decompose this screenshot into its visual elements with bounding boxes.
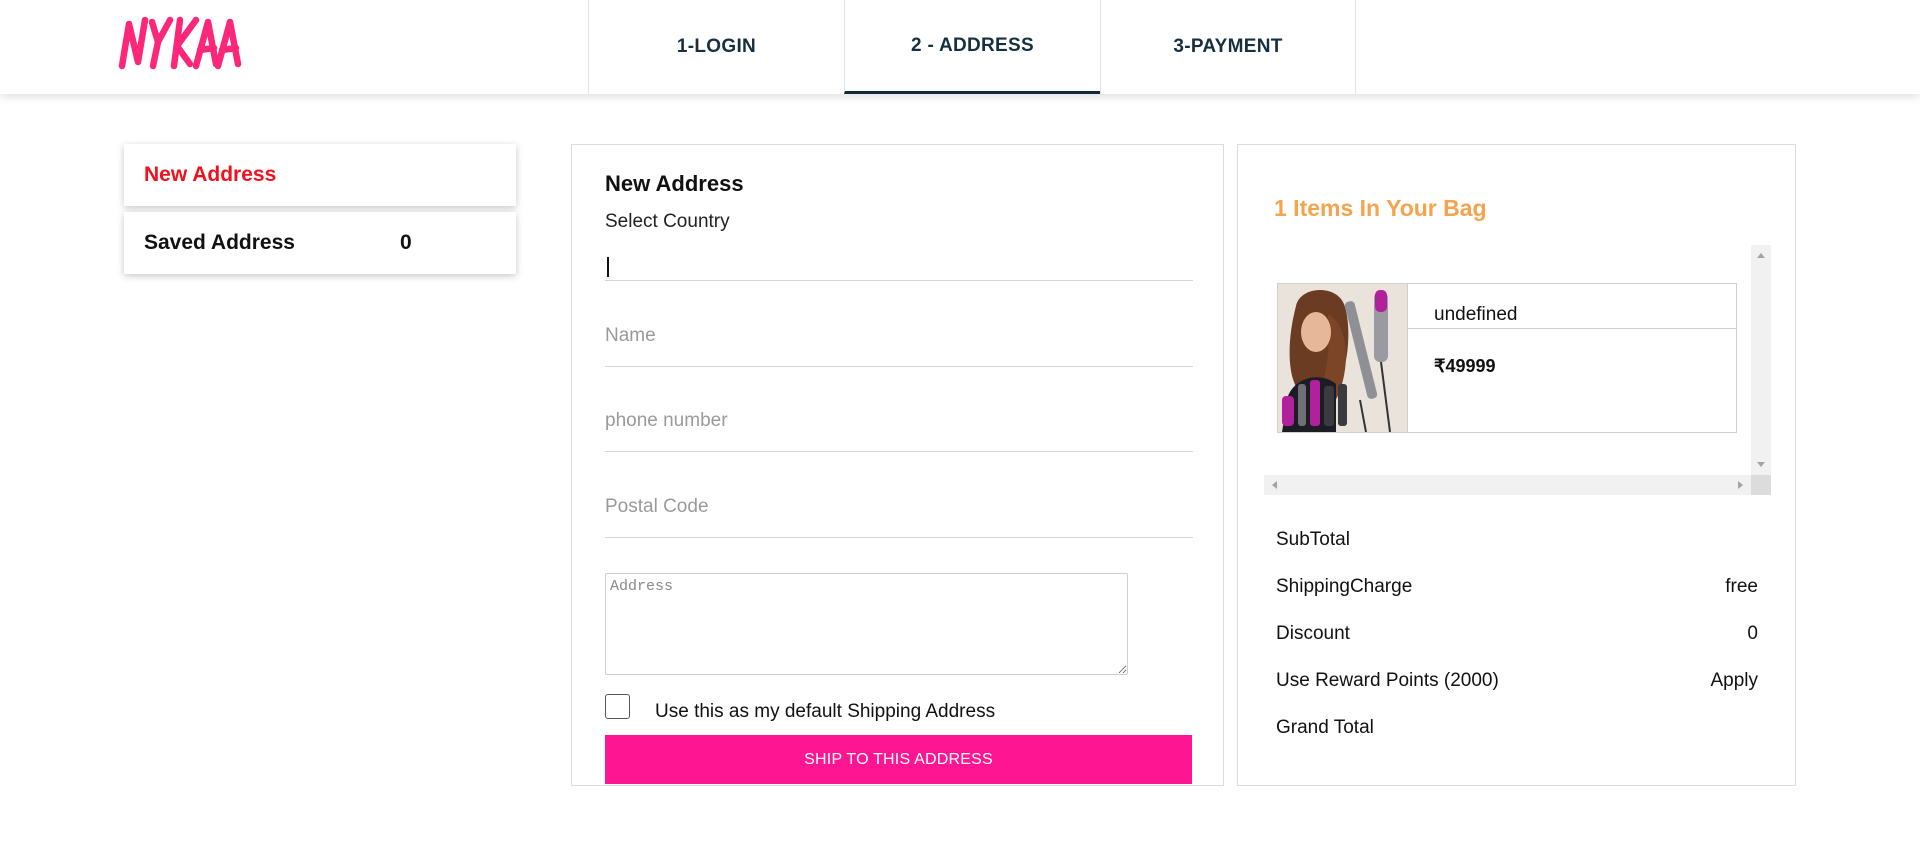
shipping-value: free [1725, 576, 1758, 597]
grand-total-row: Grand Total [1276, 717, 1758, 739]
checkout-steps: 1-LOGIN 2 - ADDRESS 3-PAYMENT [588, 0, 1356, 94]
postal-code-input[interactable] [605, 476, 1193, 538]
address-sidebar: New Address Saved Address 0 [124, 144, 516, 280]
tab-login[interactable]: 1-LOGIN [588, 0, 844, 94]
ship-to-address-button[interactable]: SHIP TO THIS ADDRESS [605, 735, 1192, 784]
scroll-up-arrow-icon[interactable] [1757, 253, 1765, 258]
item-divider [1408, 328, 1737, 329]
new-address-tab[interactable]: New Address [124, 144, 516, 206]
scrollbar-corner [1751, 475, 1771, 495]
nykaa-logo[interactable] [118, 14, 244, 74]
shipping-row: ShippingCharge free [1276, 576, 1758, 598]
scroll-down-arrow-icon[interactable] [1757, 462, 1765, 467]
scroll-left-arrow-icon[interactable] [1272, 481, 1277, 489]
text-cursor [607, 257, 609, 277]
default-address-checkbox[interactable] [605, 694, 630, 719]
subtotal-label: SubTotal [1276, 529, 1350, 550]
new-address-label: New Address [144, 163, 277, 186]
discount-row: Discount 0 [1276, 623, 1758, 645]
vertical-scrollbar[interactable] [1751, 245, 1771, 475]
reward-points-row: Use Reward Points (2000) Apply [1276, 670, 1758, 692]
product-name: undefined [1434, 304, 1518, 325]
reward-points-label: Use Reward Points (2000) [1276, 670, 1499, 691]
address-textarea[interactable] [605, 573, 1128, 675]
phone-number-input[interactable] [605, 390, 1193, 452]
discount-label: Discount [1276, 623, 1350, 644]
bag-summary-panel: 1 Items In Your Bag undefined ₹49999 Sub… [1237, 144, 1796, 786]
product-price: ₹49999 [1434, 356, 1496, 376]
new-address-form: New Address Select Country Use this as m… [571, 144, 1224, 786]
bag-items-scroll-area[interactable]: undefined ₹49999 [1264, 245, 1771, 495]
saved-address-label: Saved Address [144, 231, 295, 254]
bag-item: undefined ₹49999 [1277, 283, 1737, 433]
name-input[interactable] [605, 305, 1193, 367]
select-country-label: Select Country [605, 211, 730, 232]
subtotal-row: SubTotal [1276, 529, 1758, 551]
top-header: 1-LOGIN 2 - ADDRESS 3-PAYMENT [0, 0, 1920, 94]
discount-value: 0 [1747, 623, 1758, 644]
tab-payment[interactable]: 3-PAYMENT [1100, 0, 1356, 94]
tab-address[interactable]: 2 - ADDRESS [844, 0, 1100, 94]
saved-address-tab[interactable]: Saved Address 0 [124, 212, 516, 274]
grand-total-label: Grand Total [1276, 717, 1374, 738]
bag-title: 1 Items In Your Bag [1274, 195, 1487, 221]
saved-address-count: 0 [400, 231, 412, 254]
product-image [1278, 284, 1408, 432]
form-title: New Address [605, 171, 744, 196]
scroll-right-arrow-icon[interactable] [1738, 481, 1743, 489]
shipping-label: ShippingCharge [1276, 576, 1413, 597]
default-address-label: Use this as my default Shipping Address [655, 701, 996, 722]
horizontal-scrollbar[interactable] [1264, 475, 1771, 495]
apply-reward-button[interactable]: Apply [1710, 670, 1758, 692]
country-input[interactable] [605, 245, 1193, 281]
